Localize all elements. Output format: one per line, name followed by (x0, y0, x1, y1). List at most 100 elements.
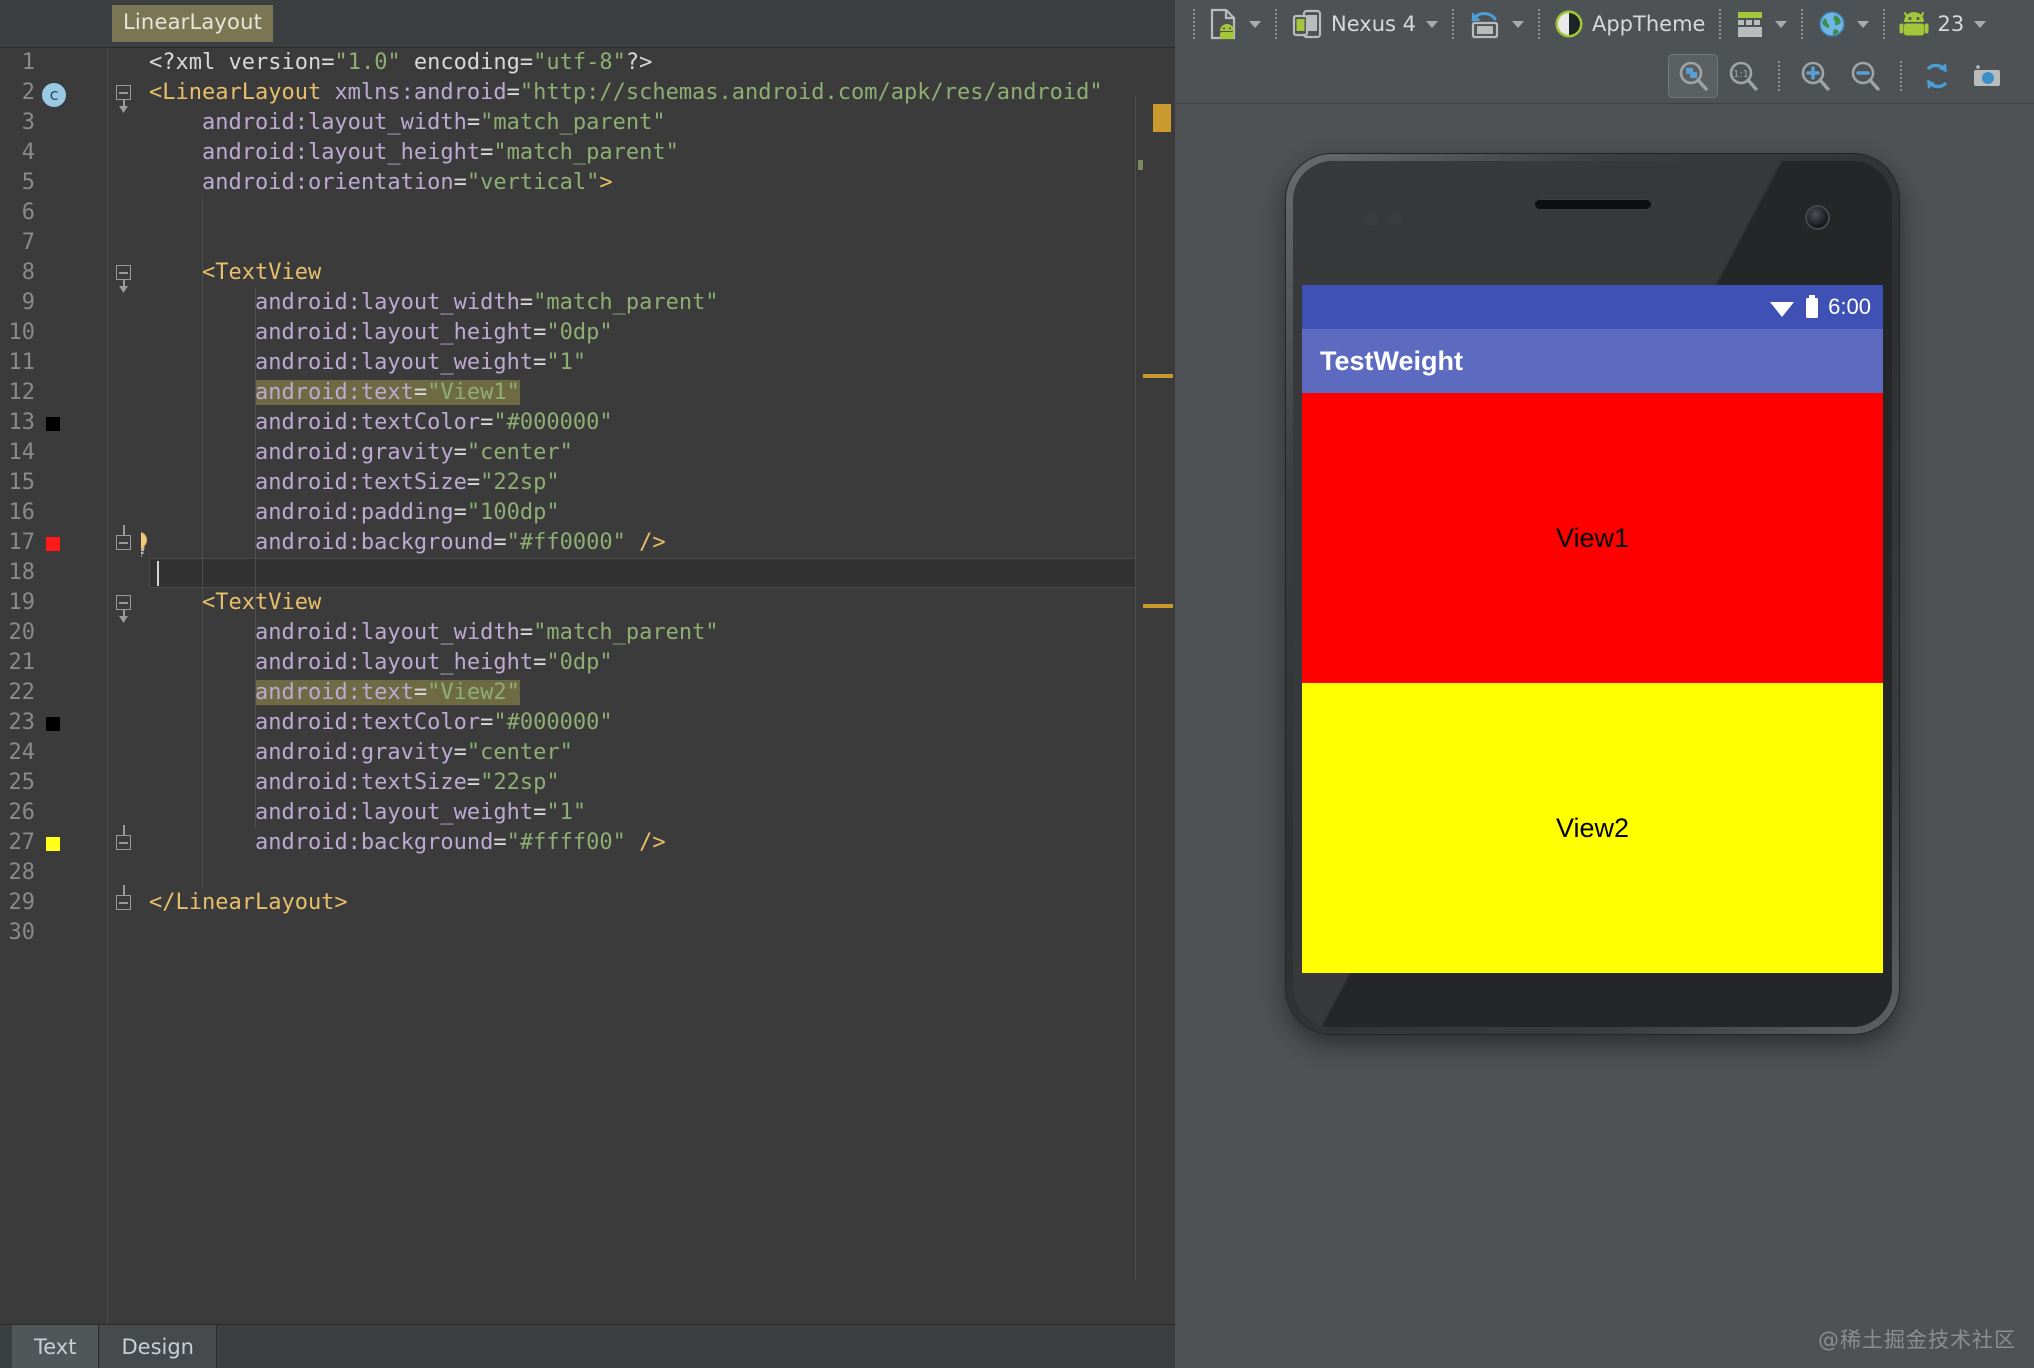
gutter-line[interactable]: 13 (0, 408, 107, 438)
locale-select-button[interactable] (1803, 4, 1883, 44)
code-line[interactable]: android:layout_height="0dp" (149, 318, 1175, 348)
code-line[interactable]: android:text="View1" (149, 378, 1175, 408)
code-line[interactable]: android:background="#ff0000" /> (149, 528, 1175, 558)
class-marker-icon[interactable]: c (42, 83, 66, 107)
code-line[interactable]: android:background="#ffff00" /> (149, 828, 1175, 858)
gutter-line[interactable]: 17 (0, 528, 107, 558)
code-line[interactable]: <LinearLayout xmlns:android="http://sche… (149, 78, 1175, 108)
gutter-line[interactable]: 26 (0, 798, 107, 828)
code-line[interactable]: <TextView (149, 588, 1175, 618)
color-swatch-icon[interactable] (46, 537, 60, 551)
zoom-out-button[interactable] (1840, 54, 1890, 98)
code-line[interactable]: android:layout_width="match_parent" (149, 618, 1175, 648)
activity-select-button[interactable] (1721, 4, 1801, 44)
gutter-line[interactable]: 12 (0, 378, 107, 408)
gutter-line[interactable]: 23 (0, 708, 107, 738)
device-screen[interactable]: 6:00 TestWeight View1 View2 (1302, 285, 1883, 973)
orientation-button[interactable] (1454, 4, 1538, 44)
gutter-line[interactable]: 30 (0, 918, 107, 948)
refresh-button[interactable] (1912, 54, 1962, 98)
preview-view2[interactable]: View2 (1302, 683, 1883, 973)
tab-text[interactable]: Text (12, 1325, 99, 1368)
code-line[interactable]: android:layout_width="match_parent" (149, 108, 1175, 138)
gutter-line[interactable]: 3 (0, 108, 107, 138)
code-line[interactable]: android:layout_height="match_parent" (149, 138, 1175, 168)
code-line[interactable]: android:gravity="center" (149, 438, 1175, 468)
theme-select-button[interactable]: AppTheme (1540, 4, 1719, 44)
gutter-line[interactable]: 10 (0, 318, 107, 348)
zoom-to-fit-button[interactable] (1668, 54, 1718, 98)
gutter-line[interactable]: 19 (0, 588, 107, 618)
annotation-mark-warning[interactable] (1143, 374, 1173, 378)
gutter-line[interactable]: 6 (0, 198, 107, 228)
device-config-button[interactable] (1195, 4, 1275, 44)
gutter-line[interactable]: 29 (0, 888, 107, 918)
fold-column[interactable] (108, 48, 141, 1324)
code-line[interactable]: android:layout_weight="1" (149, 348, 1175, 378)
gutter-line[interactable]: 18 (0, 558, 107, 588)
gutter-line[interactable]: 7 (0, 228, 107, 258)
gutter-line[interactable]: 4 (0, 138, 107, 168)
code-line[interactable]: android:textSize="22sp" (149, 468, 1175, 498)
gutter-line[interactable]: 16 (0, 498, 107, 528)
code-line[interactable] (149, 918, 1175, 948)
code-line[interactable]: android:layout_height="0dp" (149, 648, 1175, 678)
annotation-strip[interactable] (1135, 96, 1175, 1280)
screenshot-button[interactable] (1962, 54, 2012, 98)
fold-collapse-icon[interactable] (114, 593, 134, 613)
code-line[interactable]: </LinearLayout> (149, 888, 1175, 918)
code-line[interactable] (149, 228, 1175, 258)
line-number: 27 (0, 828, 35, 858)
gutter-line[interactable]: 28 (0, 858, 107, 888)
gutter-line[interactable]: 20 (0, 618, 107, 648)
gutter-line[interactable]: 14 (0, 438, 107, 468)
fold-end-icon[interactable] (114, 893, 134, 913)
editor-gutter[interactable]: 12c3456789101112131415161718192021222324… (0, 48, 108, 1324)
annotation-mark-warning[interactable] (1143, 604, 1173, 608)
code-line[interactable]: android:textColor="#000000" (149, 408, 1175, 438)
color-swatch-icon[interactable] (46, 717, 60, 731)
fold-collapse-icon[interactable] (114, 263, 134, 283)
gutter-line[interactable]: 2c (0, 78, 107, 108)
warning-count-badge[interactable] (1153, 104, 1171, 132)
gutter-line[interactable]: 21 (0, 648, 107, 678)
gutter-line[interactable]: 15 (0, 468, 107, 498)
zoom-in-button[interactable] (1790, 54, 1840, 98)
tab-design[interactable]: Design (99, 1325, 217, 1368)
code-line[interactable]: android:layout_width="match_parent" (149, 288, 1175, 318)
fold-end-icon[interactable] (114, 833, 134, 853)
api-select-button[interactable]: 23 (1885, 4, 2000, 44)
gutter-line[interactable]: 9 (0, 288, 107, 318)
zoom-actual-button[interactable]: 1:1 (1718, 54, 1768, 98)
code-line[interactable]: android:text="View2" (149, 678, 1175, 708)
fold-slot (108, 618, 141, 648)
color-swatch-icon[interactable] (46, 417, 60, 431)
code-area[interactable]: <?xml version="1.0" encoding="utf-8"?><L… (141, 48, 1175, 1324)
code-line[interactable]: android:textSize="22sp" (149, 768, 1175, 798)
preview-view1[interactable]: View1 (1302, 393, 1883, 683)
gutter-line[interactable]: 8 (0, 258, 107, 288)
code-line[interactable]: android:padding="100dp" (149, 498, 1175, 528)
gutter-line[interactable]: 22 (0, 678, 107, 708)
code-line[interactable]: android:textColor="#000000" (149, 708, 1175, 738)
code-line[interactable] (149, 558, 1175, 588)
gutter-line[interactable]: 24 (0, 738, 107, 768)
device-select-button[interactable]: Nexus 4 (1277, 4, 1452, 44)
code-line[interactable] (149, 198, 1175, 228)
code-line[interactable]: android:layout_weight="1" (149, 798, 1175, 828)
code-line[interactable]: <TextView (149, 258, 1175, 288)
code-line[interactable]: <?xml version="1.0" encoding="utf-8"?> (149, 48, 1175, 78)
code-line[interactable]: android:gravity="center" (149, 738, 1175, 768)
gutter-line[interactable]: 1 (0, 48, 107, 78)
code-line[interactable] (149, 858, 1175, 888)
breadcrumb-item-linearlayout[interactable]: LinearLayout (112, 5, 273, 42)
gutter-line[interactable]: 25 (0, 768, 107, 798)
device-render-area[interactable]: 6:00 TestWeight View1 View2 (1175, 104, 2034, 1368)
color-swatch-icon[interactable] (46, 837, 60, 851)
gutter-line[interactable]: 27 (0, 828, 107, 858)
code-line[interactable]: android:orientation="vertical"> (149, 168, 1175, 198)
fold-end-icon[interactable] (114, 533, 134, 553)
fold-collapse-icon[interactable] (114, 83, 134, 103)
gutter-line[interactable]: 5 (0, 168, 107, 198)
gutter-line[interactable]: 11 (0, 348, 107, 378)
